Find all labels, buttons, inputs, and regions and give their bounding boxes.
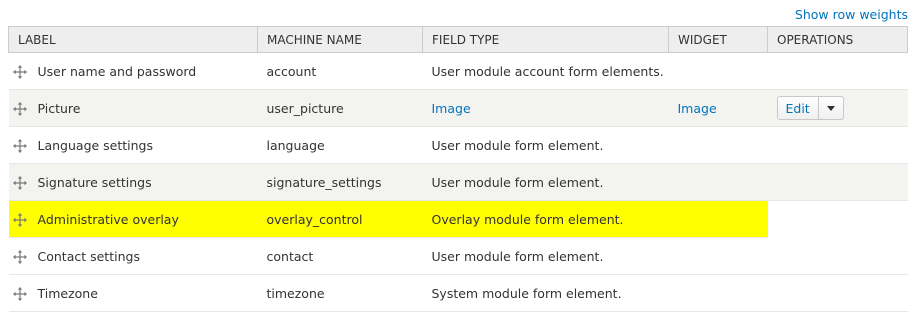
drag-handle-icon[interactable] <box>12 64 27 79</box>
drag-handle-icon[interactable] <box>12 101 27 116</box>
widget-cell: Image <box>668 89 768 127</box>
field-type-link[interactable]: Image <box>432 101 471 116</box>
chevron-down-icon <box>826 105 835 111</box>
field-type-cell: User module form element. <box>422 126 669 164</box>
field-type-cell: Image <box>422 89 669 127</box>
label-cell: Contact settings <box>8 237 258 275</box>
column-header-label: Label <box>8 26 258 53</box>
widget-cell <box>668 52 768 90</box>
column-header-field-type: Field type <box>422 26 669 53</box>
label-cell: User name and password <box>8 52 258 90</box>
field-type-cell: System module form element. <box>422 274 669 312</box>
widget-cell <box>668 126 768 164</box>
label-cell: Language settings <box>8 126 258 164</box>
machine-name-cell: user_picture <box>257 89 423 127</box>
row-label: Administrative overlay <box>37 212 179 227</box>
table-row-highlighted: Administrative overlay overlay_control O… <box>8 200 908 238</box>
widget-cell <box>668 237 768 275</box>
operations-dropbutton: Edit <box>776 96 844 120</box>
table-row: Timezone timezone System module form ele… <box>8 274 908 312</box>
machine-name-cell: timezone <box>257 274 423 312</box>
table-row: Picture user_picture Image Image Edit <box>8 89 908 127</box>
row-label: Timezone <box>37 286 98 301</box>
machine-name-cell: signature_settings <box>257 163 423 201</box>
operations-cell: Edit <box>767 89 908 127</box>
field-type-cell: User module form element. <box>422 163 669 201</box>
operations-cell <box>767 274 908 312</box>
machine-name-cell: account <box>257 52 423 90</box>
fields-table: Label Machine name Field type Widget Ope… <box>8 26 908 312</box>
drag-handle-icon[interactable] <box>12 286 27 301</box>
table-row: Signature settings signature_settings Us… <box>8 163 908 201</box>
operations-cell <box>767 163 908 201</box>
operations-cell <box>767 126 908 164</box>
field-type-cell: User module account form elements. <box>422 52 669 90</box>
table-row: User name and password account User modu… <box>8 52 908 90</box>
machine-name-cell: language <box>257 126 423 164</box>
row-label: Picture <box>37 101 81 116</box>
operations-cell <box>767 237 908 275</box>
operations-cell <box>767 52 908 90</box>
operations-cell <box>767 200 908 238</box>
label-cell: Signature settings <box>8 163 258 201</box>
column-header-widget: Widget <box>668 26 768 53</box>
field-type-cell: User module form element. <box>422 237 669 275</box>
table-header: Label Machine name Field type Widget Ope… <box>8 26 908 53</box>
widget-cell <box>668 274 768 312</box>
machine-name-cell: contact <box>257 237 423 275</box>
drag-handle-icon[interactable] <box>12 138 27 153</box>
widget-cell <box>668 200 768 238</box>
widget-cell <box>668 163 768 201</box>
row-label: Contact settings <box>37 249 140 264</box>
widget-link[interactable]: Image <box>678 101 717 116</box>
drag-handle-icon[interactable] <box>12 212 27 227</box>
label-cell: Picture <box>8 89 258 127</box>
operations-toggle-button[interactable] <box>817 97 843 119</box>
column-header-machine-name: Machine name <box>257 26 423 53</box>
row-label: User name and password <box>37 64 197 79</box>
machine-name-cell: overlay_control <box>257 200 423 238</box>
table-row: Language settings language User module f… <box>8 126 908 164</box>
edit-button[interactable]: Edit <box>778 97 818 119</box>
drag-handle-icon[interactable] <box>12 175 27 190</box>
field-type-cell: Overlay module form element. <box>422 200 669 238</box>
table-row: Contact settings contact User module for… <box>8 237 908 275</box>
row-label: Language settings <box>37 138 154 153</box>
drag-handle-icon[interactable] <box>12 249 27 264</box>
show-row-weights-link[interactable]: Show row weights <box>795 7 908 22</box>
label-cell: Administrative overlay <box>8 200 258 238</box>
column-header-operations: Operations <box>767 26 908 53</box>
row-label: Signature settings <box>37 175 152 190</box>
label-cell: Timezone <box>8 274 258 312</box>
